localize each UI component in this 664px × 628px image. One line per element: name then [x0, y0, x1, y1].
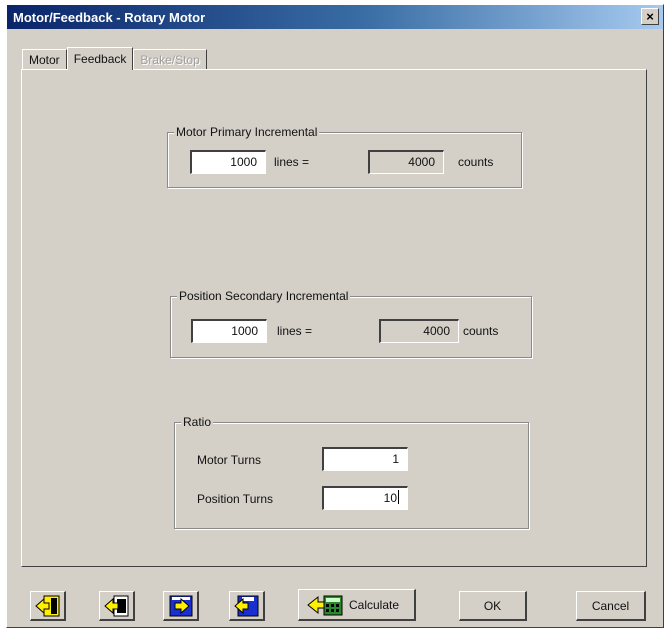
motor-turns-input[interactable]: 1	[322, 447, 408, 471]
ok-button[interactable]: OK	[459, 591, 527, 621]
close-button[interactable]: ×	[641, 8, 659, 25]
tab-feedback[interactable]: Feedback	[66, 47, 134, 70]
tab-motor-label: Motor	[29, 52, 60, 67]
tab-strip: Motor Feedback Brake/Stop	[22, 47, 207, 70]
calculate-button[interactable]: Calculate	[298, 589, 416, 621]
position-turns-value: 10	[383, 491, 397, 505]
position-secondary-counts-label: counts	[463, 324, 499, 338]
ok-button-label: OK	[483, 598, 502, 613]
position-secondary-group: Position Secondary Incremental 1000 line…	[170, 289, 532, 358]
load-from-drive-icon	[34, 595, 59, 616]
position-secondary-lines-label: lines =	[277, 324, 313, 338]
close-icon: ×	[646, 9, 654, 24]
cancel-button[interactable]: Cancel	[576, 591, 646, 621]
calculate-button-label: Calculate	[349, 597, 400, 612]
position-turns-input[interactable]: 10	[322, 486, 408, 510]
text-cursor	[398, 490, 399, 504]
cancel-button-label: Cancel	[591, 598, 630, 613]
load-from-file-button[interactable]	[99, 591, 135, 621]
calculator-icon	[307, 595, 343, 615]
tab-brake-stop-label: Brake/Stop	[140, 52, 200, 67]
motor-primary-group: Motor Primary Incremental 1000 lines = 4…	[167, 125, 522, 188]
motor-primary-lines-input[interactable]: 1000	[190, 150, 266, 174]
tab-brake-stop: Brake/Stop	[133, 49, 207, 69]
save-to-file-button[interactable]	[229, 591, 265, 621]
motor-primary-legend: Motor Primary Incremental	[174, 125, 320, 139]
position-secondary-lines-input[interactable]: 1000	[191, 319, 267, 343]
motor-primary-counts-value: 4000	[368, 150, 444, 174]
ratio-legend: Ratio	[181, 415, 214, 429]
motor-primary-counts-label: counts	[458, 155, 494, 169]
window-title: Motor/Feedback - Rotary Motor	[13, 9, 206, 25]
motor-turns-label: Motor Turns	[197, 453, 262, 467]
save-to-drive-button[interactable]	[163, 591, 199, 621]
position-turns-label: Position Turns	[197, 492, 274, 506]
save-to-drive-icon	[169, 595, 192, 616]
position-secondary-legend: Position Secondary Incremental	[177, 289, 351, 303]
save-to-file-icon	[233, 595, 258, 616]
feedback-tab-panel: Motor Primary Incremental 1000 lines = 4…	[21, 69, 647, 567]
load-from-file-icon	[103, 595, 128, 616]
tab-feedback-label: Feedback	[73, 52, 127, 66]
motor-primary-lines-label: lines =	[274, 155, 310, 169]
tab-motor[interactable]: Motor	[22, 49, 67, 69]
title-bar[interactable]: Motor/Feedback - Rotary Motor ×	[7, 5, 663, 29]
load-from-drive-button[interactable]	[30, 591, 66, 621]
ratio-group: Ratio Motor Turns 1 Position Turns 10	[174, 415, 529, 529]
position-secondary-counts-value: 4000	[379, 319, 459, 343]
